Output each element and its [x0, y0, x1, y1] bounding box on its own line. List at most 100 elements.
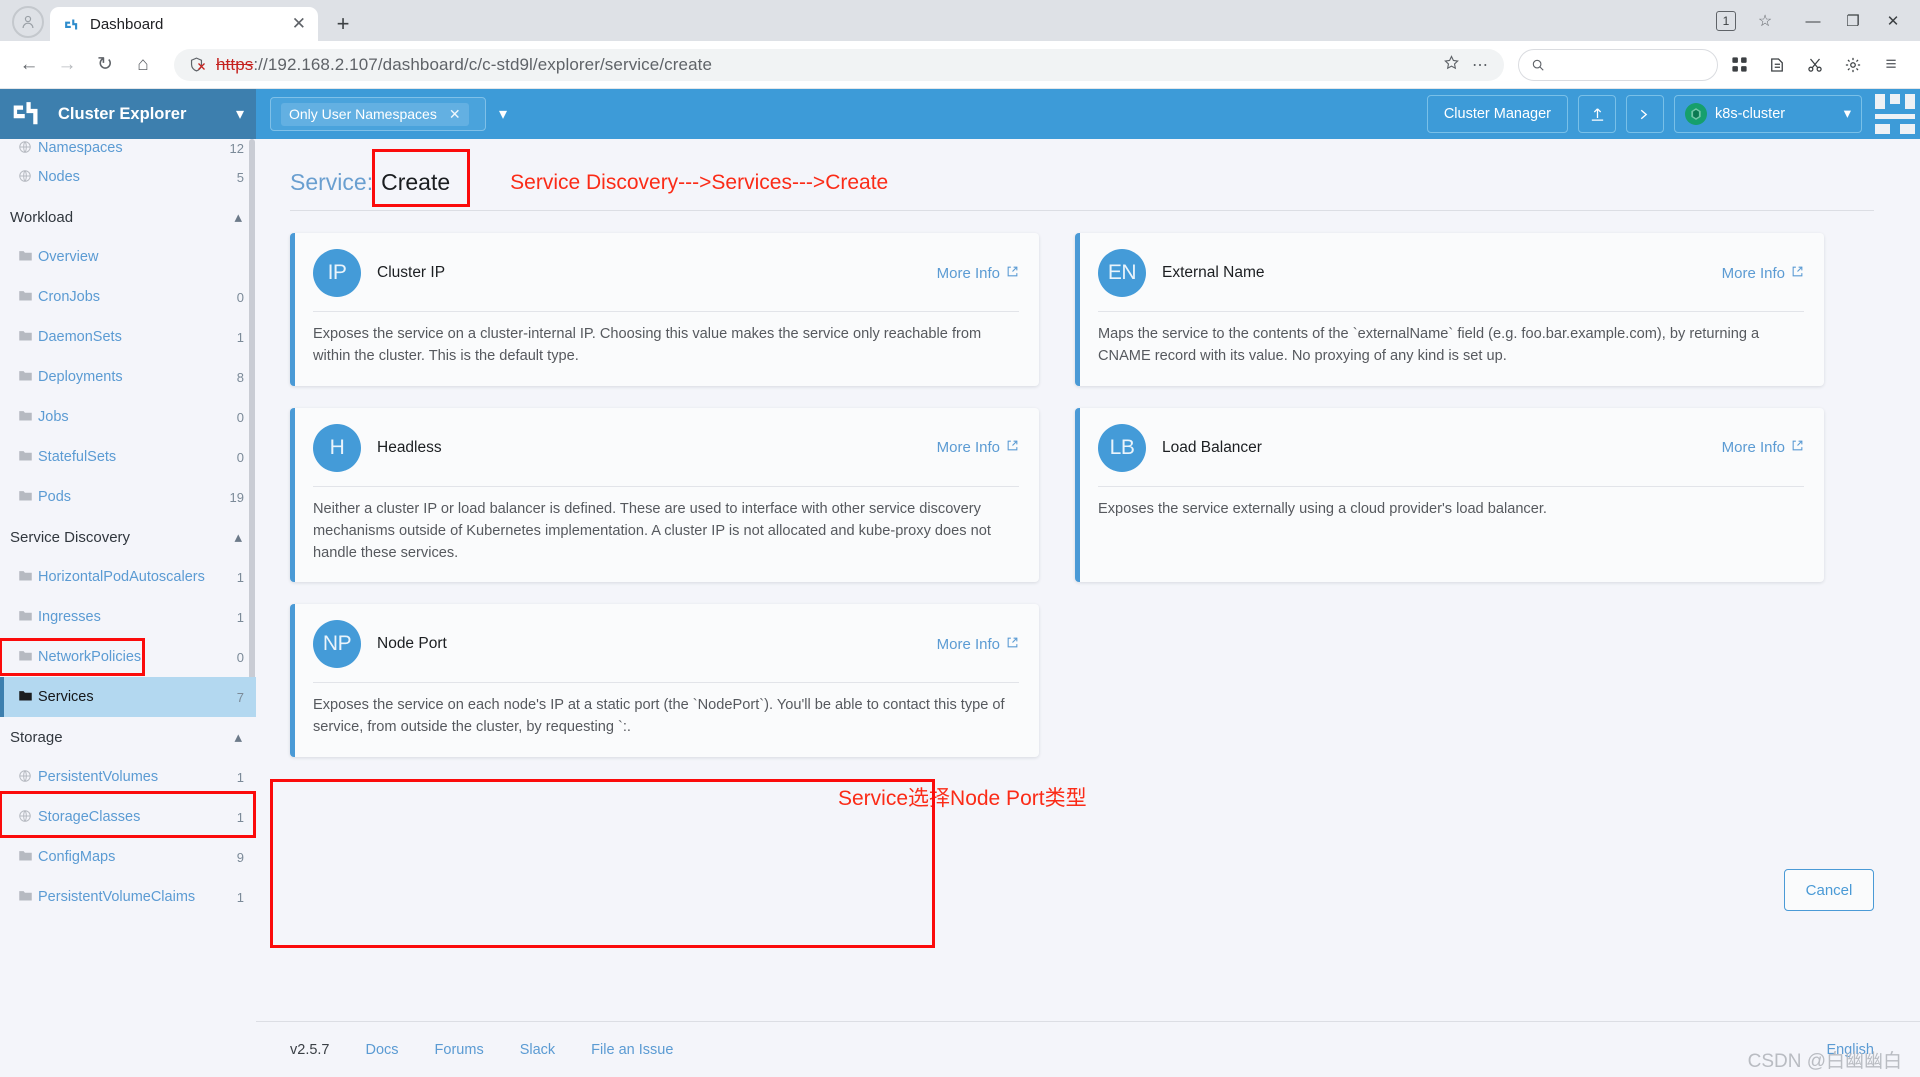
sidebar-item-persistentvolumes[interactable]: PersistentVolumes 1: [0, 757, 256, 797]
namespace-dropdown-caret[interactable]: ▾: [486, 97, 520, 131]
more-dots-icon[interactable]: ⋯: [1472, 55, 1490, 75]
service-type-card-headless[interactable]: H Headless More Info Neither a cluster IP o…: [290, 407, 1039, 583]
cut-icon[interactable]: [1798, 48, 1832, 82]
cluster-manager-button[interactable]: Cluster Manager: [1426, 95, 1568, 133]
sidebar-item-storageclasses[interactable]: StorageClasses 1: [0, 797, 256, 837]
service-type-card-load-balancer[interactable]: LB Load Balancer More Info Exposes the serv…: [1075, 407, 1824, 583]
chevron-down-icon[interactable]: ▾: [1844, 106, 1851, 122]
more-info-link[interactable]: More Info: [1722, 265, 1804, 282]
more-info-link[interactable]: More Info: [937, 439, 1019, 456]
menu-icon[interactable]: ≡: [1874, 48, 1908, 82]
reload-icon[interactable]: ↻: [88, 48, 122, 82]
sidebar-item-label: Namespaces: [38, 140, 123, 156]
terminal-icon[interactable]: [1626, 95, 1664, 133]
more-info-link[interactable]: More Info: [1722, 439, 1804, 456]
more-info-link[interactable]: More Info: [937, 636, 1019, 653]
sidebar-item-label: PersistentVolumeClaims: [38, 889, 196, 905]
sidebar-item-networkpolicies[interactable]: NetworkPolicies 0: [0, 637, 256, 677]
sidebar-item-daemonsets[interactable]: DaemonSets 1: [0, 317, 256, 357]
sidebar: Cluster Explorer ▾ Namespaces 12 Nodes 5 Wor…: [0, 89, 256, 1077]
card-badge-icon: EN: [1098, 249, 1146, 297]
back-icon[interactable]: ←: [12, 48, 46, 82]
rancher-favicon: [62, 15, 80, 33]
sidebar-item-configmaps[interactable]: ConfigMaps 9: [0, 837, 256, 877]
cancel-button[interactable]: Cancel: [1784, 869, 1874, 911]
address-bar[interactable]: https://192.168.2.107/dashboard/c/c-std9…: [174, 48, 1504, 81]
sidebar-item-horizontalpodautoscalers[interactable]: HorizontalPodAutoscalers 1: [0, 557, 256, 597]
sidebar-item-label: NetworkPolicies: [38, 649, 142, 665]
search-box[interactable]: [1518, 48, 1718, 81]
new-tab-button[interactable]: +: [326, 7, 360, 41]
close-window-button[interactable]: ✕: [1874, 6, 1912, 36]
sidebar-group-workload[interactable]: Workload ▴: [0, 197, 256, 237]
url-scheme: https: [216, 54, 254, 74]
external-link-icon: [1006, 265, 1019, 282]
globe-icon: [18, 809, 38, 826]
divider: [290, 210, 1874, 211]
minimize-button[interactable]: —: [1794, 6, 1832, 36]
sidebar-group-service-discovery[interactable]: Service Discovery ▴: [0, 517, 256, 557]
sidebar-item-label: Jobs: [38, 409, 69, 425]
footer-link-docs[interactable]: Docs: [366, 1042, 399, 1058]
sidebar-item-overview[interactable]: Overview: [0, 237, 256, 277]
search-input[interactable]: [1552, 56, 1705, 73]
service-type-card-external-name[interactable]: EN External Name More Info Maps the service…: [1075, 233, 1824, 386]
tab-close-icon[interactable]: ✕: [292, 14, 306, 34]
version-label: v2.5.7: [290, 1041, 330, 1058]
browser-tab[interactable]: Dashboard ✕: [50, 7, 318, 41]
favorites-icon[interactable]: ☆: [1748, 4, 1782, 38]
sidebar-item-label: ConfigMaps: [38, 849, 116, 865]
rancher-app: Cluster Explorer ▾ Namespaces 12 Nodes 5 Wor…: [0, 89, 1920, 1077]
chevron-up-icon[interactable]: ▴: [234, 528, 242, 546]
forward-icon[interactable]: →: [50, 48, 84, 82]
sidebar-item-label: StorageClasses: [38, 809, 141, 825]
card-title: Load Balancer: [1162, 438, 1262, 456]
footer-link-file-an-issue[interactable]: File an Issue: [591, 1042, 673, 1058]
sidebar-item-label: DaemonSets: [38, 329, 122, 345]
chevron-up-icon[interactable]: ▴: [234, 208, 242, 226]
chevron-down-icon[interactable]: ▾: [236, 104, 244, 124]
folder-icon: [18, 689, 38, 705]
cluster-selector[interactable]: k8s-cluster ▾: [1674, 95, 1862, 133]
shield-warning-icon[interactable]: [188, 56, 206, 73]
namespace-pill[interactable]: Only User Namespaces ✕: [281, 102, 469, 126]
sidebar-item-statefulsets[interactable]: StatefulSets 0: [0, 437, 256, 477]
sidebar-item-count: 1: [236, 889, 244, 905]
card-badge-icon: LB: [1098, 423, 1146, 472]
namespace-filter[interactable]: Only User Namespaces ✕: [270, 97, 486, 131]
sidebar-item-pods[interactable]: Pods 19: [0, 477, 256, 517]
external-link-icon: [1791, 265, 1804, 282]
maximize-button[interactable]: ❐: [1834, 6, 1872, 36]
sidebar-item-label: Services: [38, 689, 94, 705]
service-type-card-cluster-ip[interactable]: IP Cluster IP More Info Exposes the service…: [290, 233, 1039, 386]
sidebar-item-count: 5: [236, 169, 244, 185]
close-icon[interactable]: ✕: [449, 106, 461, 123]
profile-avatar[interactable]: [12, 6, 44, 38]
sidebar-item-cronjobs[interactable]: CronJobs 0: [0, 277, 256, 317]
sidebar-item-count: 0: [236, 649, 244, 665]
collections-icon[interactable]: [1760, 48, 1794, 82]
sidebar-item-count: 1: [236, 569, 244, 585]
more-info-label: More Info: [936, 635, 1000, 653]
more-info-label: More Info: [936, 439, 1000, 457]
footer-link-slack[interactable]: Slack: [520, 1042, 555, 1058]
tab-count-badge[interactable]: 1: [1716, 11, 1736, 31]
chevron-up-icon[interactable]: ▴: [234, 728, 242, 746]
sidebar-item-namespaces[interactable]: Namespaces 12: [0, 139, 256, 157]
more-info-link[interactable]: More Info: [937, 265, 1019, 282]
home-icon[interactable]: ⌂: [126, 48, 160, 82]
sidebar-item-count: 1: [236, 809, 244, 825]
sidebar-item-services[interactable]: Services 7: [0, 677, 256, 717]
sidebar-group-storage[interactable]: Storage ▴: [0, 717, 256, 757]
footer-link-forums[interactable]: Forums: [435, 1042, 484, 1058]
upload-icon[interactable]: [1578, 95, 1616, 133]
sidebar-item-ingresses[interactable]: Ingresses 1: [0, 597, 256, 637]
sidebar-item-nodes[interactable]: Nodes 5: [0, 157, 256, 197]
service-type-card-node-port[interactable]: NP Node Port More Info Exposes the service …: [290, 604, 1039, 758]
sidebar-item-persistentvolumeclaims[interactable]: PersistentVolumeClaims 1: [0, 877, 256, 917]
apps-grid-icon[interactable]: [1722, 48, 1756, 82]
sidebar-item-jobs[interactable]: Jobs 0: [0, 397, 256, 437]
settings-icon[interactable]: [1836, 48, 1870, 82]
sidebar-item-deployments[interactable]: Deployments 8: [0, 357, 256, 397]
star-icon[interactable]: [1443, 54, 1460, 76]
